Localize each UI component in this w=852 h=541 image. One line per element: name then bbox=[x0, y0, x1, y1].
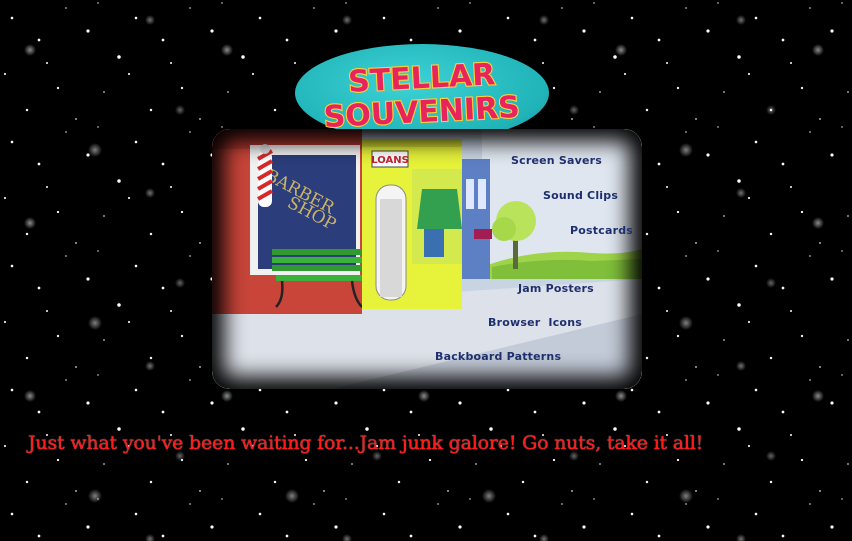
page: { "logo": { "line1": "STELLAR", "line2":… bbox=[0, 0, 852, 541]
menu-link-sound-clips[interactable]: Sound Clips bbox=[543, 189, 618, 202]
logo-artwork: STELLAR SOUVENIRS bbox=[322, 56, 522, 136]
menu-link-jam-posters[interactable]: Jam Posters bbox=[518, 282, 594, 295]
menu-link-browser-icons[interactable]: Browser Icons bbox=[488, 316, 582, 329]
loans-sign: LOANS bbox=[371, 155, 409, 166]
menu-link-backboard-patterns[interactable]: Backboard Patterns bbox=[435, 350, 561, 363]
menu-link-screen-savers[interactable]: Screen Savers bbox=[511, 154, 602, 167]
menu-link-postcards[interactable]: Postcards bbox=[570, 224, 633, 237]
street-scene-image: BARBER SHOP LOANS bbox=[212, 129, 642, 389]
street-scene-illustration: BARBER SHOP LOANS bbox=[212, 129, 642, 389]
stellar-souvenirs-logo: STELLAR SOUVENIRS bbox=[295, 44, 549, 142]
tagline: Just what you've been waiting for...Jam … bbox=[28, 432, 704, 454]
